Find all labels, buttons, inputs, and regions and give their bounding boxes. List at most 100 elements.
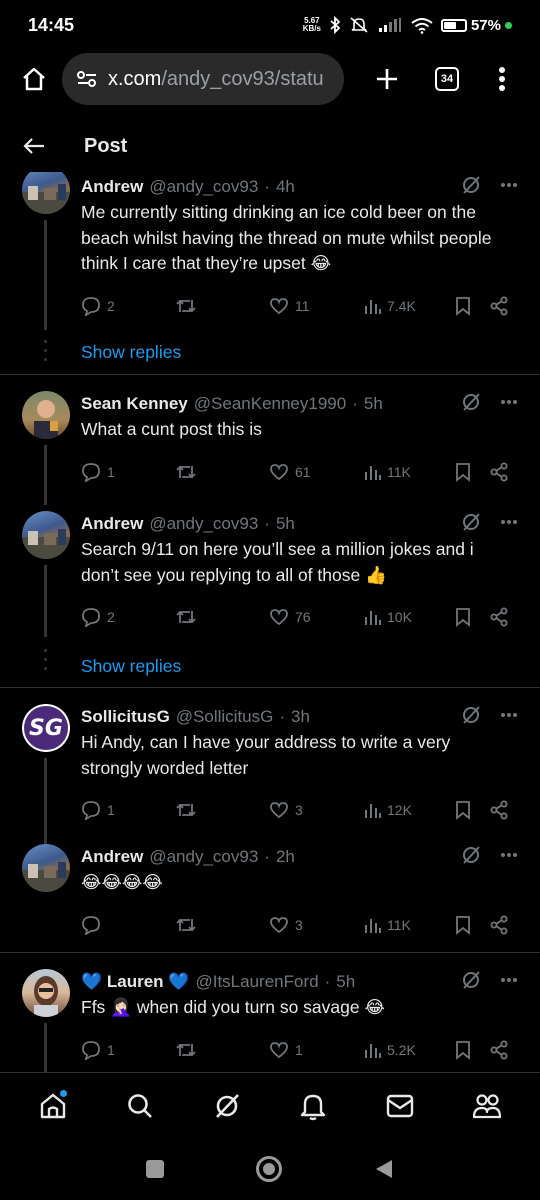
- bookmark-icon[interactable]: [455, 607, 471, 627]
- plus-icon: [377, 69, 397, 89]
- reply-item[interactable]: Sean Kenney @SeanKenney1990 · 5h What a …: [0, 375, 540, 505]
- reply-button[interactable]: 2: [81, 607, 175, 627]
- reply-button[interactable]: 1: [81, 800, 175, 820]
- bookmark-icon[interactable]: [455, 800, 471, 820]
- author-name[interactable]: Sean Kenney: [81, 394, 188, 414]
- nav-communities[interactable]: [463, 1082, 511, 1130]
- like-button[interactable]: 3: [269, 801, 363, 819]
- timestamp[interactable]: 5h: [336, 972, 355, 992]
- nav-search[interactable]: [116, 1082, 164, 1130]
- grok-icon[interactable]: [460, 511, 482, 533]
- more-horizontal-icon[interactable]: [500, 852, 518, 858]
- author-handle[interactable]: @andy_cov93: [149, 177, 258, 197]
- reply-item[interactable]: SG SollicitusG @SollicitusG · 3h Hi Andy…: [0, 688, 540, 850]
- home-outline-icon: [23, 67, 45, 91]
- bookmark-icon[interactable]: [455, 296, 471, 316]
- avatar[interactable]: [22, 969, 70, 1017]
- reply-item[interactable]: Andrew @andy_cov93 · 2h 😂😂😂😂 3 11K: [0, 834, 540, 952]
- share-icon[interactable]: [489, 296, 509, 316]
- views-button[interactable]: 12K: [363, 801, 455, 819]
- reply-item[interactable]: Andrew @andy_cov93 · 5h Search 9/11 on h…: [0, 493, 540, 687]
- new-tab-button[interactable]: [362, 59, 412, 99]
- show-replies-link[interactable]: Show replies: [81, 650, 520, 682]
- views-button[interactable]: 10K: [363, 608, 455, 626]
- bookmark-icon[interactable]: [455, 915, 471, 935]
- more-horizontal-icon[interactable]: [500, 977, 518, 983]
- views-button[interactable]: 11K: [363, 916, 455, 934]
- avatar[interactable]: [22, 511, 70, 559]
- more-horizontal-icon[interactable]: [500, 182, 518, 188]
- recents-button[interactable]: [146, 1160, 164, 1178]
- like-button[interactable]: 61: [269, 463, 363, 481]
- repost-button[interactable]: [175, 297, 269, 315]
- like-button[interactable]: 3: [269, 916, 363, 934]
- author-handle[interactable]: @SeanKenney1990: [194, 394, 346, 414]
- address-bar[interactable]: x.com/andy_cov93/statu: [62, 53, 344, 105]
- share-icon[interactable]: [489, 800, 509, 820]
- author-name[interactable]: Andrew: [81, 177, 143, 197]
- avatar[interactable]: SG: [22, 704, 70, 752]
- repost-button[interactable]: [175, 916, 269, 934]
- reply-text: Ffs 🤦🏻‍♀️ when did you turn so savage 😂: [81, 997, 385, 1017]
- back-triangle-icon[interactable]: [374, 1158, 394, 1180]
- author-handle[interactable]: @ItsLaurenFord: [195, 972, 318, 992]
- reply-count: 2: [107, 297, 115, 314]
- avatar[interactable]: [22, 391, 70, 439]
- author-name[interactable]: Andrew: [81, 847, 143, 867]
- nav-grok[interactable]: [203, 1082, 251, 1130]
- views-button[interactable]: 7.4K: [363, 297, 455, 315]
- author-name[interactable]: SollicitusG: [81, 707, 170, 727]
- reply-item[interactable]: Andrew @andy_cov93 · 4h Me currently sit…: [0, 172, 540, 374]
- more-horizontal-icon[interactable]: [500, 519, 518, 525]
- show-replies-link[interactable]: Show replies: [81, 337, 520, 369]
- author-name[interactable]: Andrew: [81, 514, 143, 534]
- tab-switcher-button[interactable]: 34: [422, 59, 472, 99]
- timestamp[interactable]: 5h: [276, 514, 295, 534]
- reply-button[interactable]: 1: [81, 462, 175, 482]
- nav-home[interactable]: [29, 1082, 77, 1130]
- repost-button[interactable]: [175, 801, 269, 819]
- grok-icon[interactable]: [460, 969, 482, 991]
- like-button[interactable]: 11: [269, 297, 363, 315]
- browser-menu-button[interactable]: [482, 59, 522, 99]
- grok-icon[interactable]: [460, 174, 482, 196]
- grok-icon[interactable]: [460, 391, 482, 413]
- share-icon[interactable]: [489, 462, 509, 482]
- reply-item[interactable]: 💙 Lauren 💙 @ItsLaurenFord · 5h Ffs 🤦🏻‍♀️…: [0, 953, 540, 1072]
- system-navigation: [0, 1138, 540, 1200]
- like-button[interactable]: 76: [269, 608, 363, 626]
- share-icon[interactable]: [489, 915, 509, 935]
- avatar[interactable]: [22, 172, 70, 214]
- nav-messages[interactable]: [376, 1082, 424, 1130]
- home-system-button[interactable]: [256, 1156, 282, 1182]
- author-handle[interactable]: @andy_cov93: [149, 847, 258, 867]
- timestamp[interactable]: 3h: [291, 707, 310, 727]
- timestamp[interactable]: 2h: [276, 847, 295, 867]
- bookmark-icon[interactable]: [455, 1040, 471, 1060]
- grok-icon[interactable]: [460, 844, 482, 866]
- repost-button[interactable]: [175, 1041, 269, 1059]
- share-icon[interactable]: [489, 607, 509, 627]
- timestamp[interactable]: 5h: [364, 394, 383, 414]
- avatar[interactable]: [22, 844, 70, 892]
- reply-button[interactable]: [81, 915, 175, 935]
- grok-icon[interactable]: [460, 704, 482, 726]
- more-horizontal-icon[interactable]: [500, 712, 518, 718]
- views-button[interactable]: 11K: [363, 463, 455, 481]
- bookmark-icon[interactable]: [455, 462, 471, 482]
- repost-button[interactable]: [175, 608, 269, 626]
- more-horizontal-icon[interactable]: [500, 399, 518, 405]
- author-handle[interactable]: @SollicitusG: [176, 707, 274, 727]
- back-button[interactable]: [20, 132, 48, 160]
- timestamp[interactable]: 4h: [276, 177, 295, 197]
- author-handle[interactable]: @andy_cov93: [149, 514, 258, 534]
- nav-notifications[interactable]: [289, 1082, 337, 1130]
- reply-button[interactable]: 2: [81, 296, 175, 316]
- repost-button[interactable]: [175, 463, 269, 481]
- browser-home-button[interactable]: [16, 61, 52, 97]
- share-icon[interactable]: [489, 1040, 509, 1060]
- views-button[interactable]: 5.2K: [363, 1041, 455, 1059]
- like-button[interactable]: 1: [269, 1041, 363, 1059]
- reply-button[interactable]: 1: [81, 1040, 175, 1060]
- author-name[interactable]: 💙 Lauren 💙: [81, 972, 189, 992]
